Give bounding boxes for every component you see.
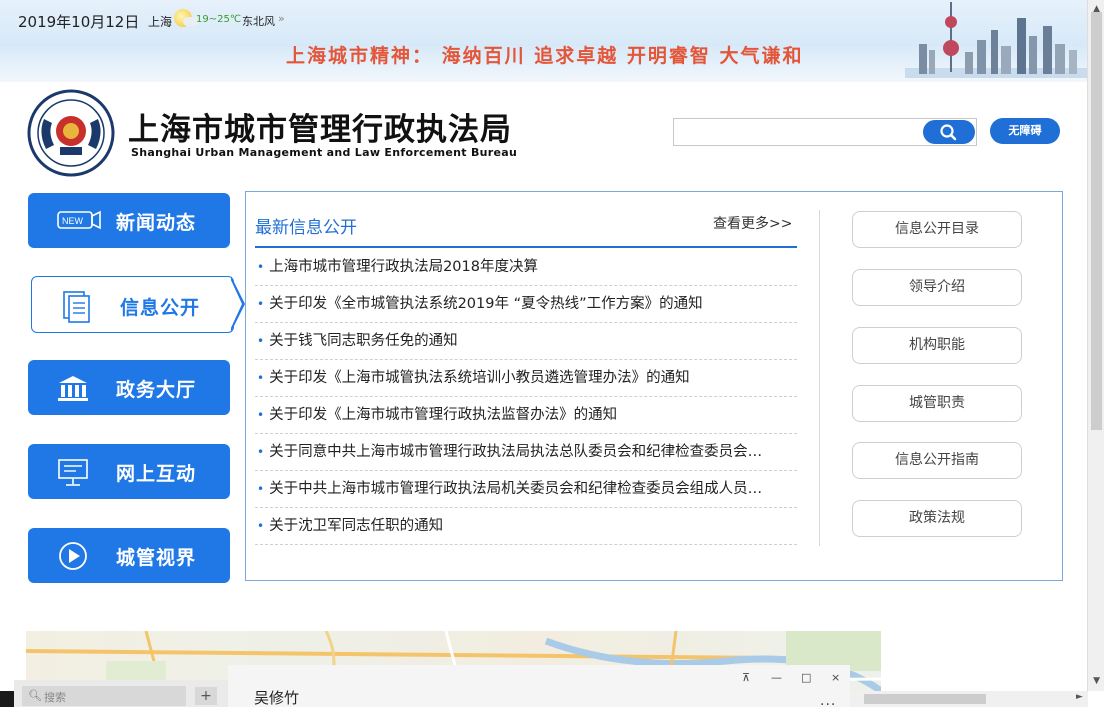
play-icon	[59, 542, 87, 570]
weather-wind: 东北风	[242, 15, 275, 28]
search-button[interactable]	[923, 120, 975, 144]
nav-item-government-hall[interactable]: 政务大厅	[28, 360, 230, 415]
policy-regulations-button[interactable]: 政策法规	[852, 500, 1022, 537]
vertical-scroll-thumb[interactable]	[1091, 12, 1102, 430]
nav-item-label: 信息公开	[120, 297, 201, 319]
news-list-item[interactable]: • 关于中共上海市城市管理行政执法局机关委员会和纪律检查委员会组成人员…	[255, 471, 797, 508]
maximize-icon[interactable]: □	[801, 671, 811, 684]
current-date: 2019年10月12日	[18, 13, 140, 31]
news-list-item[interactable]: • 上海市城市管理行政执法局2018年度决算	[255, 249, 797, 286]
desktop-corner	[0, 691, 14, 707]
monitor-chat-icon	[58, 459, 88, 486]
panel-title-underline	[255, 246, 797, 248]
bullet-icon: •	[257, 445, 265, 459]
pin-icon[interactable]: ⊼	[742, 671, 750, 684]
top-banner: 2019年10月12日 上海 19~25℃ 东北风 » 上海城市精神： 海纳百川…	[0, 0, 1088, 82]
panel-title: 最新信息公开	[255, 218, 357, 238]
close-icon[interactable]: ×	[831, 671, 840, 684]
news-list-item[interactable]: • 关于印发《上海市城管执法系统培训小教员遴选管理办法》的通知	[255, 360, 797, 397]
urban-duties-button[interactable]: 城管职责	[852, 385, 1022, 422]
organization-name-en: Shanghai Urban Management and Law Enforc…	[131, 146, 518, 159]
new-badge-icon: NEW	[57, 210, 101, 230]
chat-add-button[interactable]: +	[195, 687, 217, 705]
news-list-item[interactable]: • 关于沈卫军同志任职的通知	[255, 508, 797, 545]
site-search-input[interactable]	[678, 119, 922, 145]
weather-more-link[interactable]: »	[278, 12, 285, 25]
leadership-button[interactable]: 领导介绍	[852, 269, 1022, 306]
nav-item-label: 政务大厅	[116, 379, 197, 401]
nav-item-city-vision[interactable]: 城管视界	[28, 528, 230, 583]
news-title[interactable]: 关于印发《全市城管执法系统2019年 “夏令热线”工作方案》的通知	[269, 296, 703, 312]
building-icon	[58, 376, 88, 401]
search-icon: 🔍︎	[28, 689, 42, 702]
svg-text:NEW: NEW	[62, 216, 84, 226]
minimize-icon[interactable]: —	[771, 671, 782, 684]
scroll-right-arrow-icon[interactable]: ►	[1076, 692, 1083, 702]
bullet-icon: •	[257, 334, 265, 348]
nav-item-label: 新闻动态	[116, 212, 197, 234]
chat-search-input[interactable]: 🔍︎ 搜索	[22, 686, 186, 706]
city-spirit-slogan: 上海城市精神： 海纳百川 追求卓越 开明睿智 大气谦和	[286, 45, 804, 67]
news-list-item[interactable]: • 关于印发《全市城管执法系统2019年 “夏令热线”工作方案》的通知	[255, 286, 797, 323]
nav-item-online-interaction[interactable]: 网上互动	[28, 444, 230, 499]
search-icon	[940, 124, 957, 141]
horizontal-scroll-thumb[interactable]	[864, 694, 986, 704]
panel-divider	[819, 210, 820, 546]
news-title[interactable]: 关于同意中共上海市城市管理行政执法局执法总队委员会和纪律检查委员会…	[269, 444, 762, 460]
scroll-down-arrow-icon[interactable]: ▼	[1093, 676, 1100, 686]
bureau-emblem-logo[interactable]	[26, 89, 116, 177]
bullet-icon: •	[257, 408, 265, 422]
weather-city: 上海	[148, 15, 173, 29]
chat-main-pane	[228, 665, 850, 707]
info-catalog-button[interactable]: 信息公开目录	[852, 211, 1022, 248]
nav-item-label: 网上互动	[116, 463, 197, 485]
news-title[interactable]: 上海市城市管理行政执法局2018年度决算	[269, 259, 538, 275]
nav-item-info-disclosure[interactable]: 信息公开	[31, 276, 234, 333]
active-nav-pointer-inner	[230, 278, 242, 330]
chat-search-placeholder: 搜索	[44, 691, 66, 704]
news-title[interactable]: 关于印发《上海市城市管理行政执法监督办法》的通知	[269, 407, 617, 423]
document-icon	[63, 291, 90, 323]
bullet-icon: •	[257, 519, 265, 533]
bullet-icon: •	[257, 482, 265, 496]
news-list-item[interactable]: • 关于印发《上海市城市管理行政执法监督办法》的通知	[255, 397, 797, 434]
news-list-item[interactable]: • 关于钱飞同志职务任免的通知	[255, 323, 797, 360]
chat-contact-name: 吴修竹	[254, 689, 300, 707]
news-title[interactable]: 关于沈卫军同志任职的通知	[269, 518, 443, 534]
agency-functions-button[interactable]: 机构职能	[852, 327, 1022, 364]
view-more-link[interactable]: 查看更多>>	[713, 213, 792, 233]
news-list-item[interactable]: • 关于同意中共上海市城市管理行政执法局执法总队委员会和纪律检查委员会…	[255, 434, 797, 471]
nav-item-label: 城管视界	[116, 547, 197, 569]
news-title[interactable]: 关于钱飞同志职务任免的通知	[269, 333, 458, 349]
news-title[interactable]: 关于印发《上海市城管执法系统培训小教员遴选管理办法》的通知	[269, 370, 690, 386]
shanghai-skyline-image	[905, 2, 1088, 78]
organization-name-cn: 上海市城市管理行政执法局	[128, 112, 512, 148]
disclosure-guide-button[interactable]: 信息公开指南	[852, 442, 1022, 479]
bullet-icon: •	[257, 297, 265, 311]
bullet-icon: •	[257, 260, 265, 274]
accessibility-button[interactable]: 无障碍	[990, 118, 1060, 144]
bullet-icon: •	[257, 371, 265, 385]
weather-temperature: 19~25℃	[196, 14, 242, 25]
nav-item-news[interactable]: NEW 新闻动态	[28, 193, 230, 248]
news-title[interactable]: 关于中共上海市城市管理行政执法局机关委员会和纪律检查委员会组成人员…	[269, 481, 762, 497]
